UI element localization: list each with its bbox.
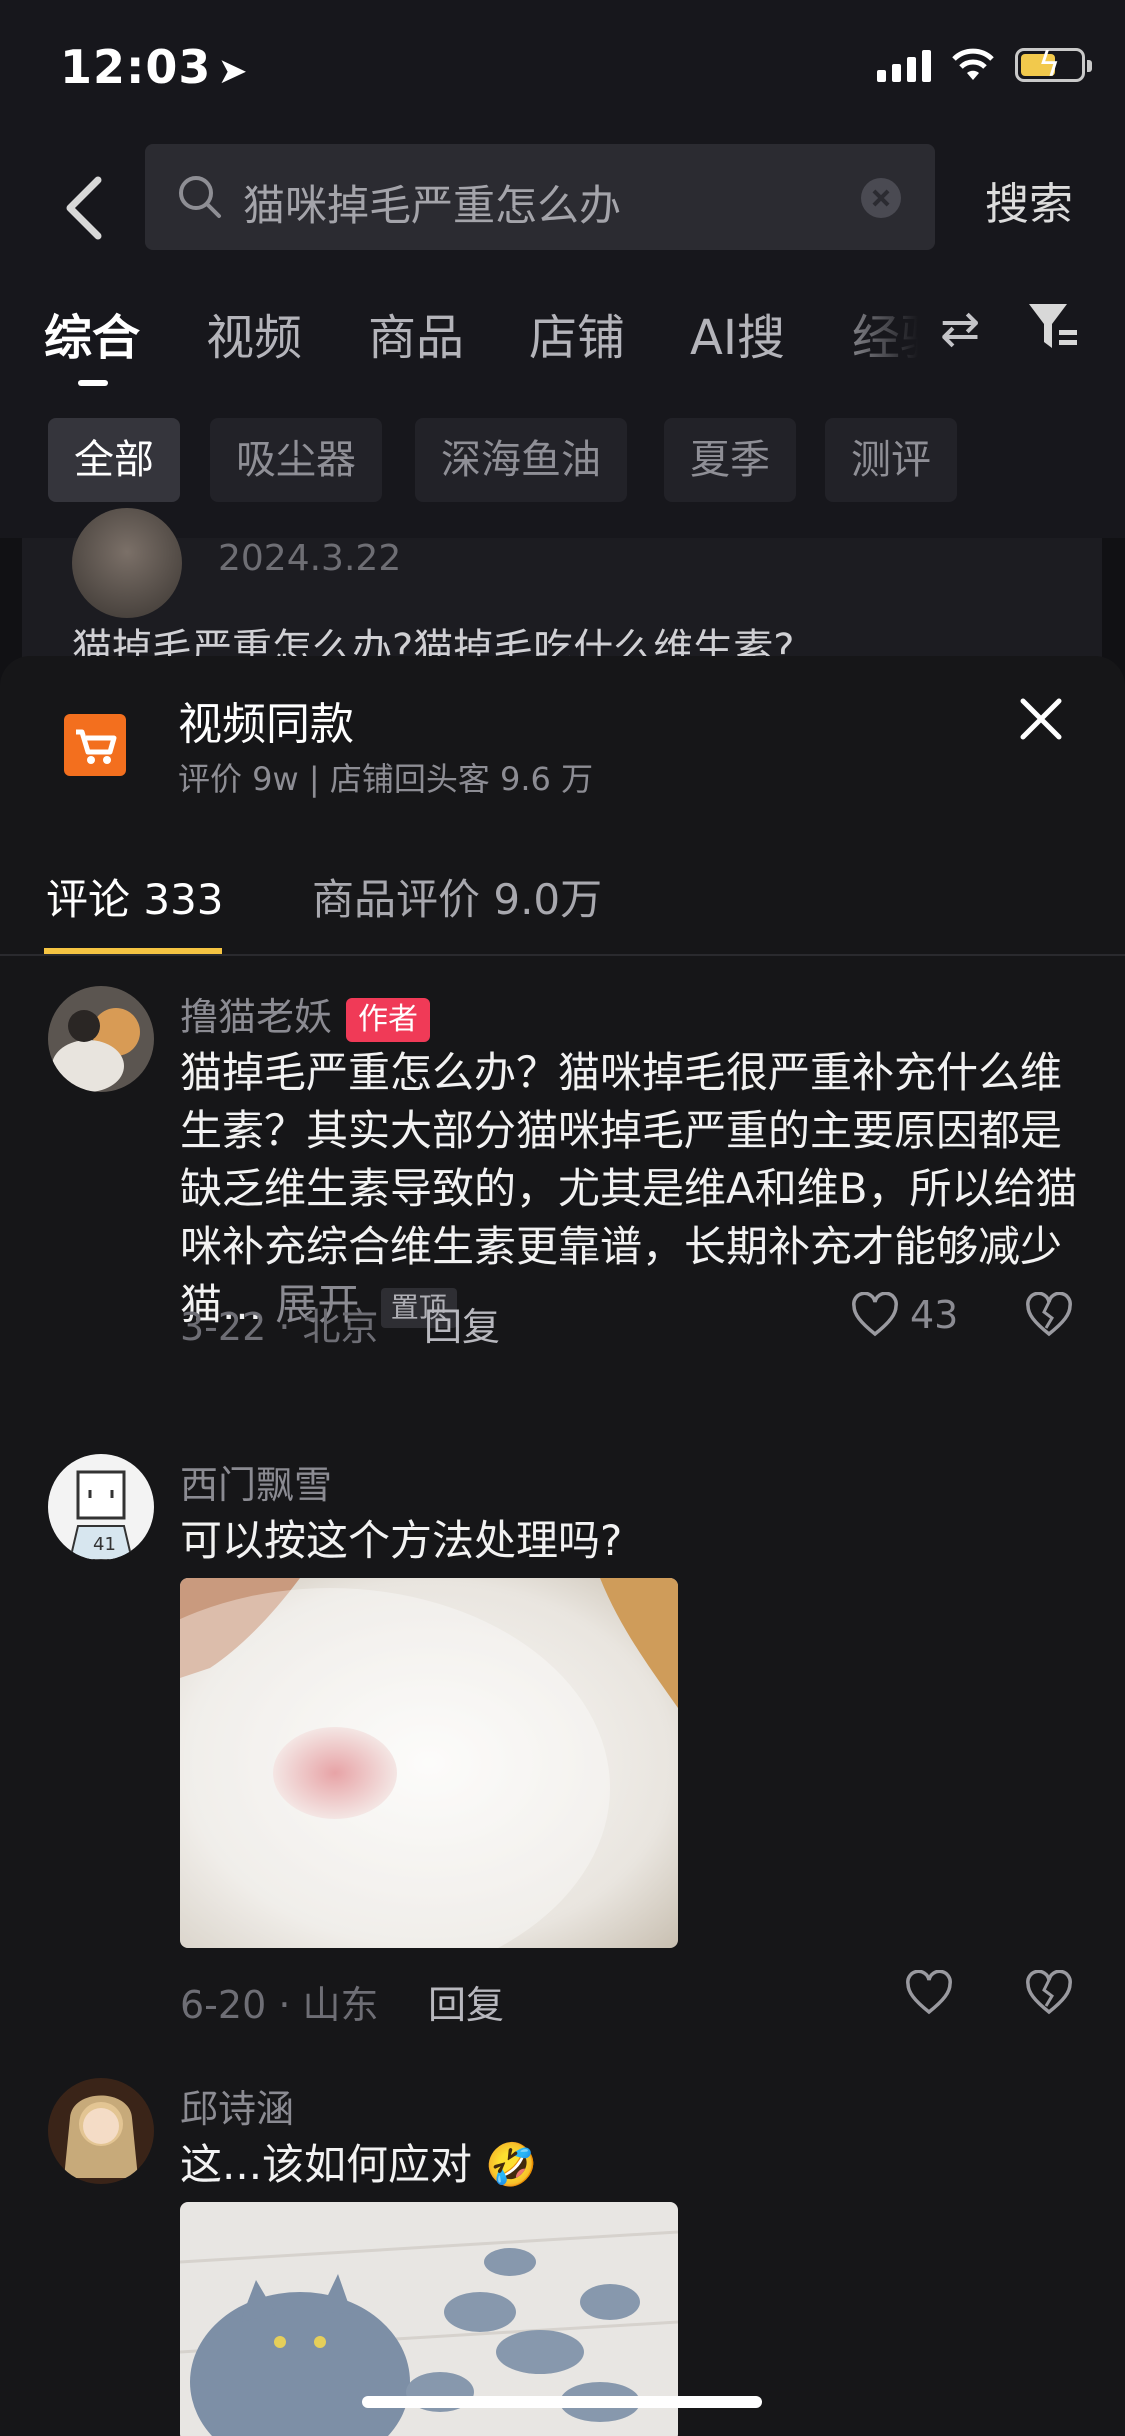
- status-time: 12:03 ➤: [60, 40, 249, 94]
- comment-author[interactable]: 西门飘雪: [180, 1454, 332, 1509]
- comment-text: 猫掉毛严重怎么办？猫咪掉毛很严重补充什么维生素？其实大部分猫咪掉毛严重的主要原因…: [180, 1044, 1080, 1334]
- tab-products[interactable]: 商品: [368, 298, 464, 368]
- card-date: 2024.3.22: [218, 538, 402, 579]
- sheet-tabs: 评论 333 商品评价 9.0万: [0, 836, 1125, 956]
- search-query: 猫咪掉毛严重怎么办: [243, 181, 622, 230]
- search-input[interactable]: 猫咪掉毛严重怎么办: [145, 144, 935, 250]
- dislike-icon[interactable]: [1024, 1970, 1074, 2016]
- search-header: 猫咪掉毛严重怎么办 搜索 综合 视频 商品 店铺 AI搜 经验 ⇄ 全部 吸尘器…: [0, 138, 1125, 538]
- avatar: [72, 508, 182, 618]
- avatar[interactable]: [48, 986, 154, 1092]
- status-icons: ϟ: [877, 45, 1092, 85]
- like-count: 43: [910, 1293, 959, 1337]
- comment-text: 可以按这个方法处理吗?: [180, 1512, 1080, 1570]
- back-arrow-icon[interactable]: [56, 168, 116, 248]
- author-name: 撸猫老妖: [180, 995, 333, 1039]
- tab-stores[interactable]: 店铺: [529, 298, 625, 368]
- status-time-text: 12:03: [60, 40, 212, 94]
- tab-comprehensive[interactable]: 综合: [44, 298, 140, 368]
- sheet-title: 视频同款: [178, 699, 354, 750]
- home-indicator: [362, 2396, 762, 2408]
- battery-icon: ϟ: [1015, 45, 1092, 85]
- tab-ai-search[interactable]: AI搜: [690, 298, 785, 368]
- comment-content: 可以按这个方法处理吗?: [180, 1516, 623, 1565]
- author-badge: 作者: [346, 997, 431, 1042]
- heart-icon[interactable]: [904, 1970, 954, 2016]
- chip-vacuum[interactable]: 吸尘器: [210, 418, 382, 502]
- active-tab-indicator: [78, 380, 108, 386]
- search-icon: [179, 176, 221, 218]
- location-arrow-icon: ➤: [217, 51, 249, 92]
- avatar[interactable]: 41: [48, 1454, 154, 1560]
- dislike-icon[interactable]: [1024, 1292, 1074, 1338]
- clear-search-icon[interactable]: [861, 178, 901, 218]
- active-tab-indicator: [44, 948, 222, 954]
- tab-fade-overlay: [820, 288, 960, 388]
- comments-sheet: 视频同款 评价 9w | 店铺回头客 9.6 万 评论 333 商品评价 9.0…: [0, 656, 1125, 2436]
- avatar[interactable]: [48, 2078, 154, 2184]
- comment-text: 这...该如何应对 🤣: [180, 2136, 1080, 2194]
- like-button[interactable]: 43: [850, 1292, 958, 1338]
- chip-all[interactable]: 全部: [48, 418, 180, 502]
- comment-meta: 3-22 · 北京: [180, 1305, 379, 1349]
- swap-icon[interactable]: ⇄: [940, 301, 980, 357]
- heart-icon: [852, 1292, 898, 1337]
- reply-button[interactable]: 回复: [424, 1296, 500, 1351]
- svg-text:41: 41: [93, 1534, 116, 1555]
- shopping-cart-icon: [64, 714, 126, 776]
- tab-video[interactable]: 视频: [206, 298, 302, 368]
- reply-button[interactable]: 回复: [428, 1974, 504, 2029]
- chip-summer[interactable]: 夏季: [664, 418, 796, 502]
- search-button[interactable]: 搜索: [985, 168, 1073, 232]
- laughing-emoji-icon: 🤣: [485, 2140, 538, 2189]
- chip-fish-oil[interactable]: 深海鱼油: [415, 418, 627, 502]
- filter-icon[interactable]: [1025, 298, 1081, 358]
- comment-author[interactable]: 撸猫老妖 作者: [180, 986, 431, 1042]
- sheet-subtitle: 评价 9w | 店铺回头客 9.6 万: [178, 760, 594, 798]
- comment-meta: 6-20 · 山东: [180, 1983, 379, 2027]
- chip-review[interactable]: 测评: [825, 418, 957, 502]
- comment-image[interactable]: [180, 1578, 678, 1948]
- comment-content: 这...该如何应对: [180, 2140, 473, 2189]
- cellular-signal-icon: [877, 48, 931, 82]
- tab-comments[interactable]: 评论 333: [46, 866, 224, 927]
- status-bar: 12:03 ➤ ϟ: [0, 0, 1125, 138]
- close-icon[interactable]: [1016, 694, 1066, 744]
- wifi-icon: [952, 48, 994, 80]
- comment-author[interactable]: 邱诗涵: [180, 2078, 294, 2133]
- tab-product-reviews[interactable]: 商品评价 9.0万: [312, 866, 602, 927]
